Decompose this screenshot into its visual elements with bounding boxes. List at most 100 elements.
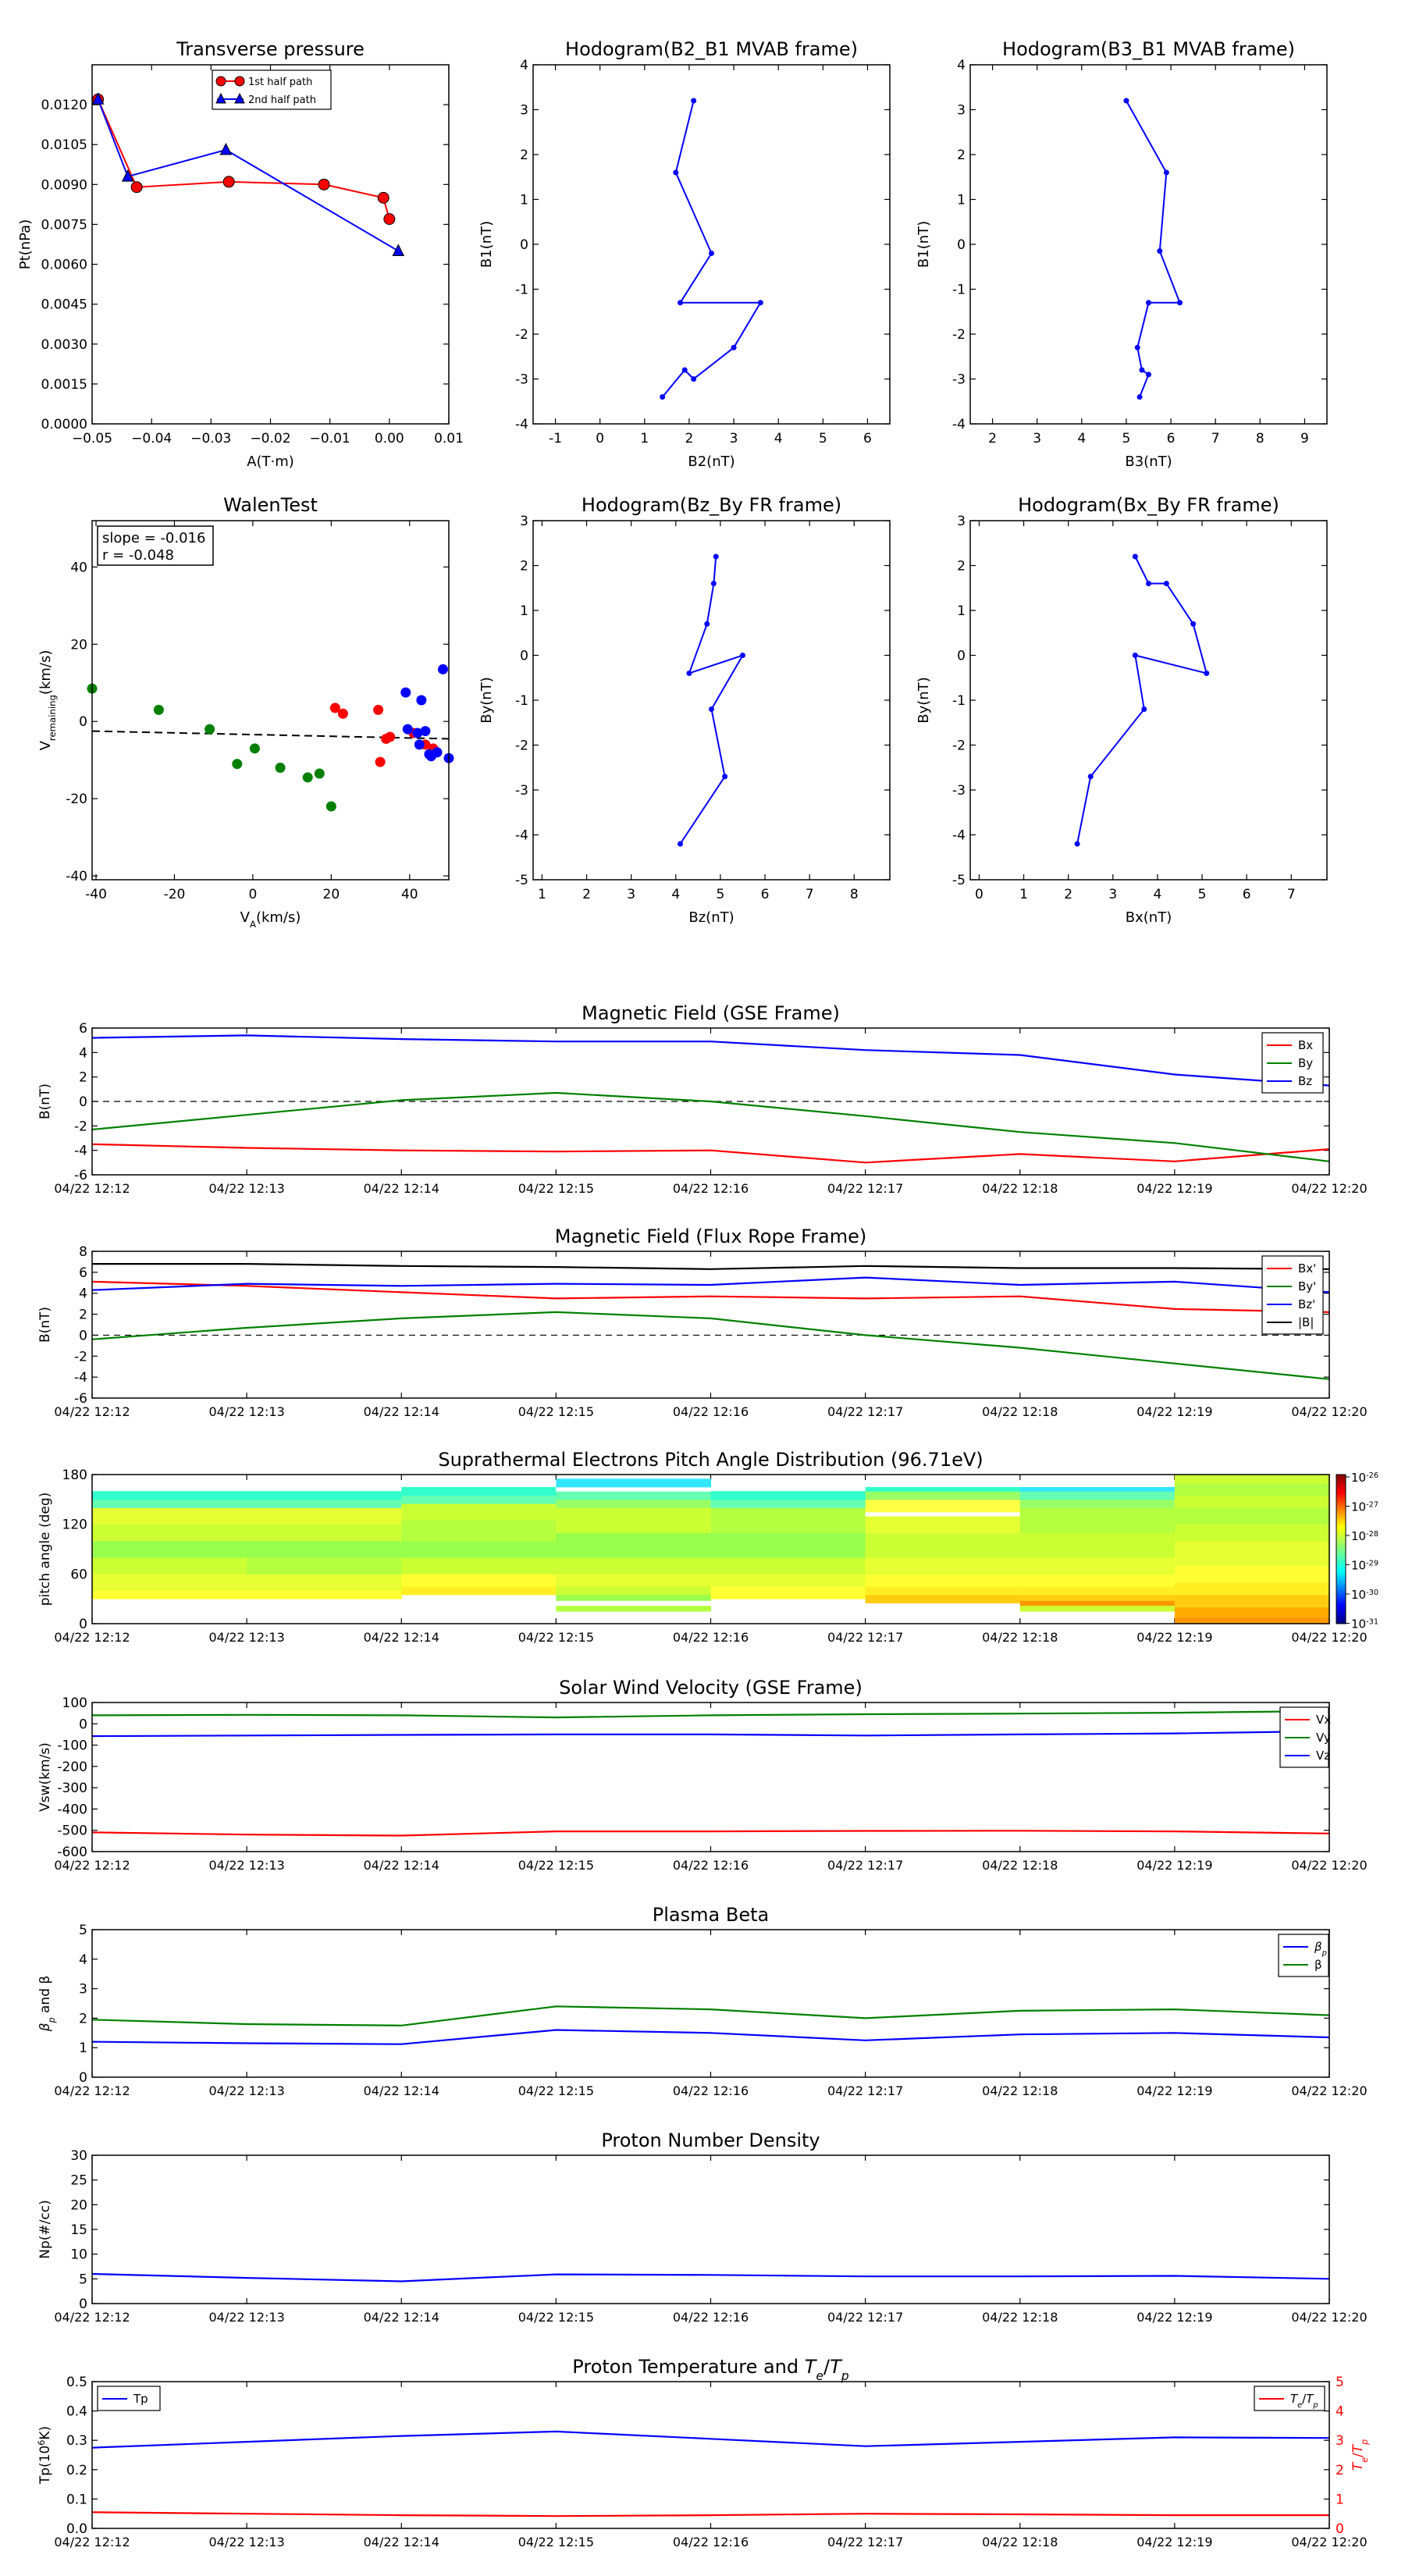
time-tick-label: 04/22 12:20 [1291, 2535, 1367, 2549]
heatmap-cell [247, 1507, 402, 1525]
time-tick-label: 04/22 12:18 [982, 2535, 1058, 2549]
legend: Vx Vy Vz [1279, 1706, 1331, 1768]
heatmap-cell [556, 1586, 711, 1596]
series-line [91, 2272, 1330, 2282]
heatmap-cell [1019, 1594, 1176, 1601]
time-tick-label: 04/22 12:15 [518, 1630, 594, 1645]
colorbar-label-part: -29 [1366, 1559, 1378, 1567]
heatmap-cell [865, 1557, 1021, 1574]
y-tick-label: -20 [66, 792, 87, 807]
legend-label-part: p [1312, 2401, 1318, 2410]
time-tick-label: 04/22 12:17 [827, 2535, 903, 2549]
x-tick-label: 0 [596, 431, 604, 447]
y-tick-label: 0.0105 [41, 137, 87, 153]
data-point [130, 181, 143, 194]
panel-h2: Hodogram(B3_B1 MVAB frame) -4 -3 -2 -1 0 1 2 3 4 2… [916, 38, 1328, 470]
right-y-tick-label: 1 [1336, 2492, 1344, 2507]
time-tick-label: 04/22 12:14 [364, 2310, 439, 2325]
time-tick-label: 04/22 12:16 [673, 1404, 749, 1419]
y-axis-label: βp and β [37, 1976, 57, 2033]
data-point [337, 708, 348, 719]
y-tick-label: 1 [957, 193, 966, 208]
y-tick-label: 0.2 [66, 2463, 87, 2478]
data-point [377, 191, 389, 204]
x-tick-label: 8 [1256, 431, 1264, 447]
colorbar-label-part: 10 [1351, 1500, 1366, 1514]
series-line [91, 1730, 1330, 1738]
time-tick-label: 04/22 12:13 [208, 2535, 284, 2549]
panel-walen: WalenTest-40-2002040-40 -20 0 20 40VA(km/s)V… [37, 494, 454, 930]
heatmap-cell [865, 1486, 1021, 1492]
heatmap-cell [710, 1532, 866, 1558]
panel-vsw: Solar Wind Velocity (GSE Frame)-600-500-… [37, 1677, 1368, 1873]
y-tick-label: 2 [79, 1308, 87, 1323]
y-tick-label: -2 [74, 1349, 87, 1364]
y-tick-label: 60 [70, 1567, 87, 1582]
time-tick-label: 04/22 12:17 [827, 1858, 903, 1873]
time-tick-label: 04/22 12:12 [54, 2535, 130, 2549]
y-tick-label: -4 [74, 1370, 87, 1386]
x-axis-label: Bx(nT) [1126, 909, 1172, 926]
legend-label: Vx [1316, 1713, 1331, 1727]
series-line [97, 98, 390, 219]
time-tick-label: 04/22 12:13 [208, 1858, 284, 1873]
time-tick-label: 04/22 12:15 [518, 2535, 594, 2549]
y-tick-label: 5 [79, 2272, 87, 2287]
x-axis-label: A(T·m) [247, 454, 294, 470]
y-axis-label-part: β [37, 2023, 53, 2032]
y-axis-label-part: 6 [37, 2440, 47, 2446]
y-tick-label: -1 [952, 283, 966, 298]
right-y-tick-label: 2 [1336, 2463, 1344, 2478]
time-tick-label: 04/22 12:18 [982, 1181, 1058, 1196]
data-point [1146, 372, 1151, 378]
time-tick-label: 04/22 12:13 [208, 1404, 284, 1419]
time-tick-label: 04/22 12:17 [827, 1404, 903, 1419]
time-tick-label: 04/22 12:16 [673, 1181, 749, 1196]
time-tick-label: 04/22 12:20 [1291, 2310, 1367, 2325]
legend-marker [215, 76, 226, 87]
panel-np: Proton Number Density05101520253004/22 1… [37, 2129, 1368, 2325]
panel-title: Hodogram(Bx_By FR frame) [1018, 494, 1279, 516]
heatmap-cell [92, 1590, 247, 1599]
data-point [1146, 581, 1151, 586]
legend-label: |B| [1298, 1315, 1314, 1329]
data-point [660, 394, 666, 400]
heatmap-cell [401, 1495, 557, 1504]
heatmap-cell [710, 1491, 866, 1500]
time-tick-label: 04/22 12:15 [518, 1404, 594, 1419]
plot-frame [969, 64, 1328, 425]
time-tick-label: 04/22 12:16 [673, 2310, 749, 2325]
data-point [1176, 300, 1183, 306]
panel-title: WalenTest [223, 494, 318, 516]
panel-title: Solar Wind Velocity (GSE Frame) [559, 1677, 863, 1699]
colorbar-label-part: -31 [1366, 1617, 1378, 1626]
time-tick-label: 04/22 12:16 [673, 2535, 749, 2549]
plot-frame [91, 1929, 1330, 2078]
legend: Tp [97, 2386, 161, 2411]
heatmap-cell [1019, 1499, 1176, 1508]
x-tick-label: 1 [538, 887, 546, 902]
colorbar-label-part: -26 [1366, 1471, 1378, 1480]
x-tick-label: 3 [627, 887, 635, 902]
heatmap-cell [865, 1594, 1021, 1603]
series-line [91, 1280, 1330, 1313]
heatmap-cell [401, 1520, 557, 1542]
heatmap-cell [1174, 1507, 1330, 1525]
heatmap-cell [1019, 1532, 1176, 1558]
annotation-box: slope = -0.016r = -0.048 [97, 525, 214, 566]
time-tick-label: 04/22 12:16 [673, 1630, 749, 1645]
x-tick-label: 7 [1287, 887, 1296, 902]
panel-title: Transverse pressure [176, 38, 365, 60]
time-tick-label: 04/22 12:19 [1136, 1404, 1212, 1419]
x-tick-label: 5 [717, 887, 725, 902]
y-tick-label: 0.4 [66, 2404, 87, 2420]
y-axis-label: Vremaining(km/s) [37, 650, 58, 751]
plot-frame [91, 2381, 1330, 2529]
y-tick-label: -3 [515, 783, 528, 799]
time-tick-label: 04/22 12:20 [1291, 1858, 1367, 1873]
y-tick-label: 0 [957, 649, 966, 664]
right-y-axis-label: Te/Tp [1350, 2439, 1370, 2471]
legend-label: 1st half path [248, 76, 312, 88]
heatmap-cell [556, 1574, 711, 1587]
y-tick-label: 0.0060 [41, 258, 87, 273]
